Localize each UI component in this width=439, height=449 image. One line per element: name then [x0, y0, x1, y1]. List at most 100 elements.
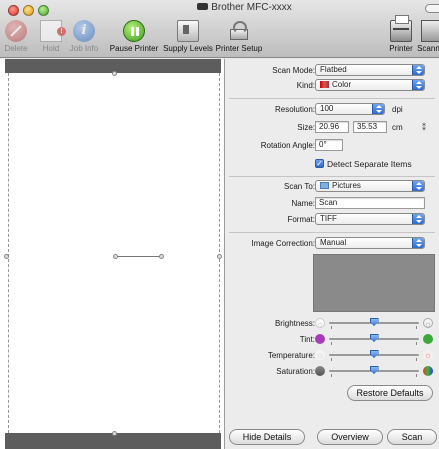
- restore-defaults-button[interactable]: Restore Defaults: [347, 385, 433, 401]
- image-correction-label: Image Correction:: [251, 239, 315, 248]
- slider-tick: [331, 358, 332, 361]
- format-select[interactable]: TIFF: [315, 213, 425, 225]
- overview-button[interactable]: Overview: [317, 429, 383, 445]
- scan-to-row: Scan To: Pictures: [225, 180, 439, 194]
- printer-icon: [390, 15, 412, 42]
- size-width-field[interactable]: 20.96: [315, 121, 349, 133]
- rotation-angle-label: Rotation Angle:: [260, 141, 315, 150]
- crop-handle-right[interactable]: [217, 254, 222, 259]
- brightness-low-icon: ☼: [315, 318, 325, 329]
- popup-arrows-icon: [412, 80, 424, 90]
- hide-details-button[interactable]: Hide Details: [229, 429, 305, 445]
- separator: [229, 176, 435, 177]
- histogram: [313, 254, 435, 312]
- scan-button[interactable]: Scan: [387, 429, 437, 445]
- tint-magenta-icon: [315, 334, 325, 344]
- scanner-label: Scanner: [417, 44, 439, 53]
- name-field[interactable]: Scan: [315, 197, 425, 209]
- temperature-warm-icon: ☼: [423, 350, 433, 360]
- scan-mode-value: Flatbed: [320, 65, 347, 74]
- pause-printer-label: Pause Printer: [109, 44, 159, 53]
- temperature-row: Temperature: ☼ ☼: [225, 349, 439, 363]
- resolution-label: Resolution:: [274, 105, 315, 114]
- folder-icon: [320, 182, 329, 189]
- popup-arrows-icon: [412, 214, 424, 224]
- image-correction-select[interactable]: Manual: [315, 237, 425, 249]
- tint-knob[interactable]: [369, 334, 379, 342]
- temperature-label: Temperature:: [267, 351, 315, 360]
- info-icon: i: [73, 20, 95, 42]
- slider-tick: [331, 326, 332, 329]
- tint-label: Tint:: [299, 335, 315, 344]
- crop-handle-top[interactable]: [112, 71, 117, 76]
- delete-icon: [5, 20, 27, 42]
- detect-separate-label[interactable]: Detect Separate Items: [327, 159, 412, 169]
- saturation-slider[interactable]: [315, 365, 433, 377]
- brightness-knob[interactable]: [369, 318, 379, 326]
- job-info-button[interactable]: i Job Info: [66, 20, 102, 56]
- kind-label: Kind:: [296, 81, 315, 90]
- crop-handle-bottom[interactable]: [112, 431, 117, 436]
- temperature-knob[interactable]: [369, 350, 379, 358]
- slider-tick: [416, 358, 417, 361]
- resolution-select[interactable]: 100: [315, 103, 385, 115]
- size-label: Size:: [297, 123, 315, 132]
- delete-label: Delete: [4, 44, 28, 53]
- size-unit-stepper-icon[interactable]: ⁑: [422, 123, 426, 132]
- size-row: Size: 20.96 35.53 cm ⁑: [225, 121, 439, 135]
- popup-arrows-icon: [372, 104, 384, 114]
- tint-slider[interactable]: [315, 333, 433, 345]
- pause-icon: [123, 20, 145, 42]
- job-info-label: Job Info: [69, 44, 99, 53]
- rotation-handle-center[interactable]: [113, 254, 118, 259]
- brightness-row: Brightness: ☼ ☼: [225, 317, 439, 331]
- rotation-handle-line: [116, 256, 162, 257]
- supply-levels-button[interactable]: Supply Levels: [160, 20, 216, 56]
- size-height-field[interactable]: 35.53: [353, 121, 387, 133]
- scan-mode-select[interactable]: Flatbed: [315, 64, 425, 76]
- crop-handle-left[interactable]: [4, 254, 9, 259]
- scan-to-label: Scan To:: [284, 182, 315, 191]
- printer-setup-button[interactable]: Printer Setup: [214, 20, 264, 56]
- resolution-value: 100: [320, 104, 334, 113]
- printer-label: Printer: [389, 44, 413, 53]
- printer-title-icon: [197, 3, 209, 10]
- delete-button[interactable]: Delete: [2, 20, 30, 56]
- scan-mode-row: Scan Mode: Flatbed: [225, 64, 439, 78]
- detect-separate-checkbox[interactable]: ✓: [315, 159, 324, 168]
- hold-label: Hold: [42, 44, 60, 53]
- popup-arrows-icon: [412, 238, 424, 248]
- hold-button[interactable]: Hold: [36, 20, 66, 56]
- size-unit: cm: [392, 123, 403, 132]
- name-row: Name: Scan: [225, 197, 439, 211]
- window-title-bar: Brother MFC-xxxx: [0, 2, 439, 13]
- rotation-angle-field[interactable]: 0°: [315, 139, 343, 151]
- scan-to-select[interactable]: Pictures: [315, 180, 425, 192]
- scan-to-value: Pictures: [332, 181, 361, 190]
- printer-tab-button[interactable]: Printer: [386, 15, 416, 56]
- toolbar: Brother MFC-xxxx Delete Hold i Job Info …: [0, 0, 439, 58]
- image-correction-value: Manual: [320, 238, 347, 247]
- separator: [229, 98, 435, 99]
- detect-separate-row: ✓ Detect Separate Items: [225, 157, 439, 171]
- kind-select[interactable]: Color: [315, 79, 425, 91]
- toolbar-toggle-button[interactable]: [425, 4, 439, 13]
- scanner-tab-button[interactable]: Scanner: [414, 20, 439, 56]
- brightness-slider[interactable]: ☼ ☼: [315, 317, 433, 329]
- scan-mode-label: Scan Mode:: [272, 66, 315, 75]
- saturation-high-icon: [423, 366, 433, 376]
- brightness-high-icon: ☼: [423, 318, 433, 329]
- tint-row: Tint:: [225, 333, 439, 347]
- scan-selection-border[interactable]: [8, 73, 220, 433]
- pause-printer-button[interactable]: Pause Printer: [108, 20, 160, 56]
- slider-tick: [331, 342, 332, 345]
- rotation-handle[interactable]: [159, 254, 164, 259]
- supply-levels-label: Supply Levels: [163, 44, 213, 53]
- printer-setup-icon: [228, 20, 250, 42]
- format-value: TIFF: [320, 214, 337, 223]
- temperature-slider[interactable]: ☼ ☼: [315, 349, 433, 361]
- color-swatch-icon: [320, 81, 329, 88]
- popup-arrows-icon: [412, 65, 424, 75]
- slider-tick: [416, 374, 417, 377]
- saturation-knob[interactable]: [369, 366, 379, 374]
